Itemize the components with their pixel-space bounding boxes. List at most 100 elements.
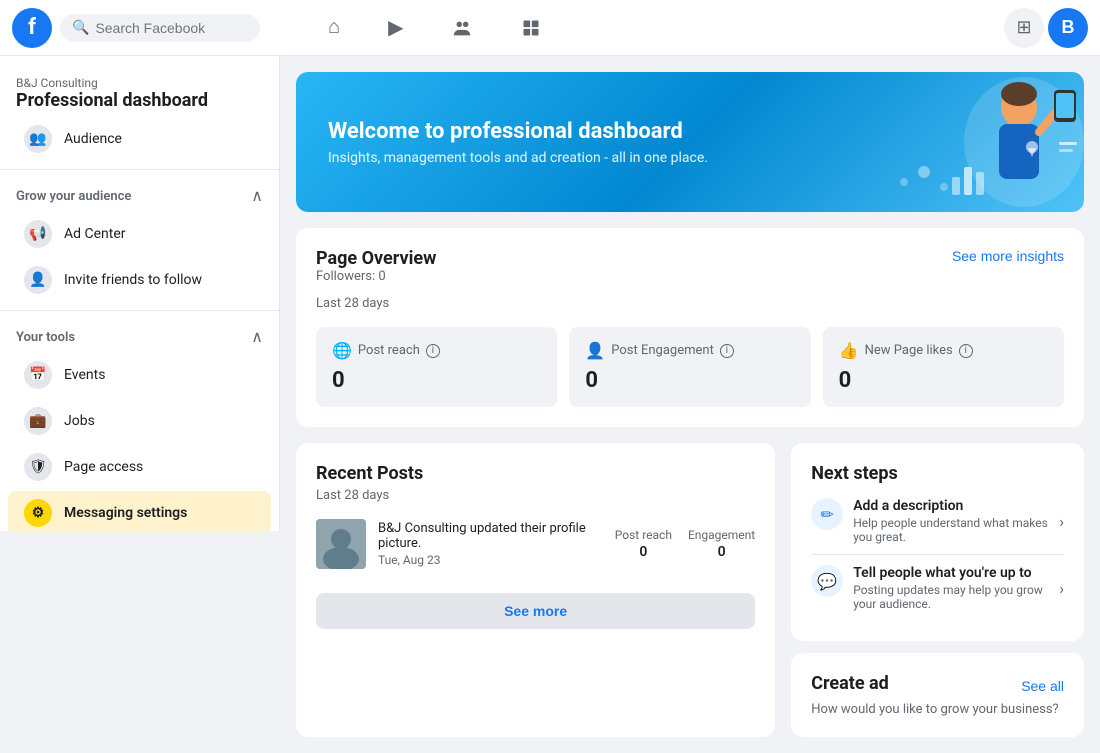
period-label: Last 28 days	[316, 296, 436, 311]
post-description: B&J Consulting updated their profile pic…	[378, 521, 603, 551]
jobs-icon: 💼	[24, 407, 52, 435]
org-name: B&J Consulting	[16, 76, 263, 90]
new-page-likes-icon: 👍	[839, 341, 859, 360]
your-tools-toggle[interactable]: ∧	[251, 327, 263, 347]
post-engagement-icon: 👤	[585, 341, 605, 360]
recent-posts-period: Last 28 days	[316, 488, 755, 503]
welcome-subtitle: Insights, management tools and ad creati…	[328, 150, 708, 166]
post-engagement-info-icon[interactable]: i	[720, 344, 734, 358]
post-reach-label: Post reach	[358, 343, 420, 358]
sidebar: B&J Consulting Professional dashboard 👥 …	[0, 56, 280, 531]
create-ad-subtitle: How would you like to grow your business…	[811, 702, 1064, 717]
add-description-icon: ✏	[811, 498, 843, 530]
post-date: Tue, Aug 23	[378, 553, 603, 567]
tell-people-chevron: ›	[1059, 579, 1064, 598]
post-reach-stat-label: Post reach	[615, 528, 672, 542]
events-icon: 📅	[24, 361, 52, 389]
sidebar-item-ad-center[interactable]: 📢 Ad Center	[8, 212, 271, 256]
page-access-icon: 🛡	[24, 453, 52, 481]
new-page-likes-info-icon[interactable]: i	[959, 344, 973, 358]
home-nav-button[interactable]: ⌂	[308, 8, 360, 48]
search-bar[interactable]: 🔍	[60, 14, 260, 42]
welcome-title: Welcome to professional dashboard	[328, 119, 708, 144]
page-overview-header: Page Overview Followers: 0 Last 28 days …	[316, 248, 1064, 323]
sidebar-item-messaging-settings[interactable]: ⚙ Messaging settings	[8, 491, 271, 531]
bottom-row: Recent Posts Last 28 days B&J Consulting…	[296, 443, 1084, 737]
search-icon: 🔍	[72, 20, 89, 36]
main-content: Welcome to professional dashboard Insigh…	[280, 56, 1100, 753]
org-info: B&J Consulting Professional dashboard	[0, 68, 279, 115]
nav-right-icons: ⊞ B	[1004, 8, 1088, 48]
new-page-likes-label: New Page likes	[865, 343, 953, 358]
page-overview: Page Overview Followers: 0 Last 28 days …	[296, 228, 1084, 427]
add-description-desc: Help people understand what makes you gr…	[853, 516, 1049, 544]
metrics-row: 🌐 Post reach i 0 👤 Post Engagement i 0	[316, 327, 1064, 407]
metric-post-engagement: 👤 Post Engagement i 0	[569, 327, 810, 407]
create-ad-title: Create ad	[811, 673, 889, 694]
post-reach-icon: 🌐	[332, 341, 352, 360]
welcome-text: Welcome to professional dashboard Insigh…	[328, 119, 708, 166]
post-reach-value: 0	[332, 368, 541, 393]
add-description-chevron: ›	[1059, 512, 1064, 531]
sidebar-item-jobs[interactable]: 💼 Jobs	[8, 399, 271, 443]
recent-posts-title: Recent Posts	[316, 463, 755, 484]
add-description-title: Add a description	[853, 498, 1049, 514]
your-tools-section: Your tools ∧	[0, 319, 279, 351]
next-step-tell-people[interactable]: 💬 Tell people what you're up to Posting …	[811, 555, 1064, 621]
grow-audience-section: Grow your audience ∧	[0, 178, 279, 210]
search-input[interactable]	[95, 20, 248, 36]
next-steps-title: Next steps	[811, 463, 1064, 484]
post-item: B&J Consulting updated their profile pic…	[316, 519, 755, 569]
tell-people-title: Tell people what you're up to	[853, 565, 1049, 581]
nav-center: ⌂ ▶	[308, 8, 561, 48]
post-engagement-label: Post Engagement	[611, 343, 714, 358]
grow-audience-toggle[interactable]: ∧	[251, 186, 263, 206]
marketplace-nav-button[interactable]	[501, 8, 561, 48]
invite-friends-icon: 👤	[24, 266, 52, 294]
create-ad-header: Create ad See all	[811, 673, 1064, 698]
create-ad: Create ad See all How would you like to …	[791, 653, 1084, 737]
divider	[0, 169, 279, 170]
post-stats: Post reach 0 Engagement 0	[615, 528, 755, 560]
ad-center-icon: 📢	[24, 220, 52, 248]
grid-menu-button[interactable]: ⊞	[1004, 8, 1044, 48]
welcome-banner: Welcome to professional dashboard Insigh…	[296, 72, 1084, 212]
your-tools-label: Your tools	[16, 330, 75, 345]
post-info: B&J Consulting updated their profile pic…	[378, 521, 603, 567]
post-engagement-value: 0	[585, 368, 794, 393]
audience-icon: 👥	[24, 125, 52, 153]
welcome-illustration	[824, 72, 1084, 212]
post-thumbnail	[316, 519, 366, 569]
divider-2	[0, 310, 279, 311]
metric-new-page-likes: 👍 New Page likes i 0	[823, 327, 1064, 407]
dashboard-title: Professional dashboard	[16, 90, 263, 111]
post-engagement-stat-value: 0	[688, 544, 755, 560]
post-reach-info-icon[interactable]: i	[426, 344, 440, 358]
video-nav-button[interactable]: ▶	[368, 8, 423, 48]
top-nav: f 🔍 ⌂ ▶ ⊞ B	[0, 0, 1100, 56]
sidebar-item-events[interactable]: 📅 Events	[8, 353, 271, 397]
messaging-settings-icon: ⚙	[24, 499, 52, 527]
grow-audience-label: Grow your audience	[16, 189, 131, 204]
see-more-insights-button[interactable]: See more insights	[952, 248, 1064, 264]
next-step-add-description[interactable]: ✏ Add a description Help people understa…	[811, 488, 1064, 555]
post-engagement-stat: Engagement 0	[688, 528, 755, 560]
facebook-logo: f	[12, 8, 52, 48]
tell-people-icon: 💬	[811, 565, 843, 597]
see-more-posts-button[interactable]: See more	[316, 593, 755, 629]
next-steps: Next steps ✏ Add a description Help peop…	[791, 443, 1084, 641]
metric-post-reach: 🌐 Post reach i 0	[316, 327, 557, 407]
recent-posts: Recent Posts Last 28 days B&J Consulting…	[296, 443, 775, 737]
post-reach-stat-value: 0	[615, 544, 672, 560]
profile-button[interactable]: B	[1048, 8, 1088, 48]
add-description-text: Add a description Help people understand…	[853, 498, 1049, 544]
sidebar-item-invite-friends[interactable]: 👤 Invite friends to follow	[8, 258, 271, 302]
page-overview-title: Page Overview	[316, 248, 436, 269]
sidebar-item-audience[interactable]: 👥 Audience	[8, 117, 271, 161]
see-all-button[interactable]: See all	[1021, 678, 1064, 694]
sidebar-item-page-access[interactable]: 🛡 Page access	[8, 445, 271, 489]
tell-people-desc: Posting updates may help you grow your a…	[853, 583, 1049, 611]
followers-count: Followers: 0	[316, 269, 436, 284]
new-page-likes-value: 0	[839, 368, 1048, 393]
groups-nav-button[interactable]	[431, 8, 493, 48]
